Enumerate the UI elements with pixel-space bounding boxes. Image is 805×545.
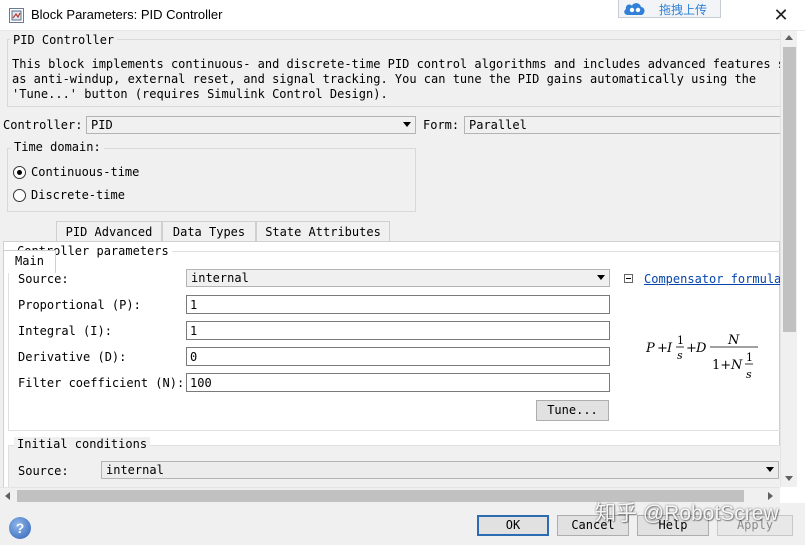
source-select[interactable]: internal <box>186 269 610 287</box>
initial-source-value: internal <box>106 463 164 477</box>
proportional-label: Proportional (P): <box>18 298 141 312</box>
formula-s-a: s <box>677 349 683 362</box>
filter-coefficient-label: Filter coefficient (N): <box>18 376 185 390</box>
continuous-time-label[interactable]: Continuous-time <box>31 164 139 180</box>
cloud-upload-label: 拖拽上传 <box>659 3 708 17</box>
integral-field[interactable]: 1 <box>186 321 610 340</box>
formula-n-num: N <box>727 333 740 348</box>
ok-button[interactable]: OK <box>477 515 549 536</box>
integral-value: 1 <box>190 324 198 338</box>
derivative-label: Derivative (D): <box>18 350 127 364</box>
controller-value: PID <box>91 118 113 132</box>
formula-p: P <box>645 341 655 356</box>
proportional-value: 1 <box>190 298 198 312</box>
source-value: internal <box>191 271 249 285</box>
discrete-time-radio[interactable] <box>13 189 26 202</box>
formula-i: I <box>666 341 673 356</box>
form-select[interactable]: Parallel <box>464 116 780 134</box>
tab-main[interactable]: Main <box>3 250 56 273</box>
scroll-up-icon[interactable] <box>785 35 793 40</box>
time-domain-title: Time domain: <box>11 140 104 154</box>
tab-data-types[interactable]: Data Types <box>162 221 256 242</box>
formula-d: D <box>695 341 707 356</box>
formula-one-plus: 1+ <box>712 358 731 373</box>
compensator-formula: P + I 1 s + D N 1+ N 1 s <box>645 333 758 381</box>
compensator-formula-link[interactable]: Compensator formula <box>644 271 780 287</box>
initial-source-select[interactable]: internal <box>101 461 779 479</box>
block-group-title: PID Controller <box>10 33 118 47</box>
formula-s-b: s <box>746 368 752 381</box>
derivative-field[interactable]: 0 <box>186 347 610 366</box>
tune-button[interactable]: Tune... <box>536 400 609 421</box>
help-icon[interactable]: ? <box>9 517 31 539</box>
watermark: 知乎 @RobotScrew <box>595 502 779 525</box>
controller-label: Controller: <box>3 118 83 132</box>
cloud-upload-icon <box>624 3 645 15</box>
block-parameters-icon <box>9 8 24 23</box>
source-label: Source: <box>18 272 69 286</box>
close-button[interactable]: ✕ <box>768 3 794 27</box>
derivative-value: 0 <box>190 350 198 364</box>
filter-coefficient-value: 100 <box>190 376 212 390</box>
form-label: Form: <box>423 118 460 132</box>
formula-one-a: 1 <box>677 334 684 347</box>
chevron-down-icon <box>597 275 605 280</box>
vertical-scrollbar[interactable] <box>780 31 797 487</box>
initial-conditions-title: Initial conditions <box>14 437 151 451</box>
scroll-left-icon[interactable] <box>5 492 10 500</box>
discrete-time-label[interactable]: Discrete-time <box>31 187 125 203</box>
continuous-time-radio[interactable] <box>13 166 26 179</box>
formula-one-b: 1 <box>746 351 753 364</box>
cloud-upload-widget[interactable]: 拖拽上传 <box>618 0 721 18</box>
formula-n-den: N <box>730 358 743 373</box>
tab-state-attributes[interactable]: State Attributes <box>256 221 390 242</box>
dialog-content: PID Controller This block implements con… <box>0 31 780 487</box>
form-value: Parallel <box>469 118 527 132</box>
scroll-down-icon[interactable] <box>785 476 793 481</box>
chevron-down-icon <box>766 467 774 472</box>
vertical-scroll-thumb[interactable] <box>783 47 796 332</box>
proportional-field[interactable]: 1 <box>186 295 610 314</box>
integral-label: Integral (I): <box>18 324 112 338</box>
controller-select[interactable]: PID <box>86 116 416 134</box>
filter-coefficient-field[interactable]: 100 <box>186 373 610 392</box>
chevron-down-icon <box>403 122 411 127</box>
initial-source-label: Source: <box>18 464 69 478</box>
collapse-icon[interactable] <box>624 274 633 283</box>
block-description: This block implements continuous- and di… <box>12 57 780 101</box>
tab-pid-advanced[interactable]: PID Advanced <box>56 221 162 242</box>
window-title: Block Parameters: PID Controller <box>31 7 223 22</box>
